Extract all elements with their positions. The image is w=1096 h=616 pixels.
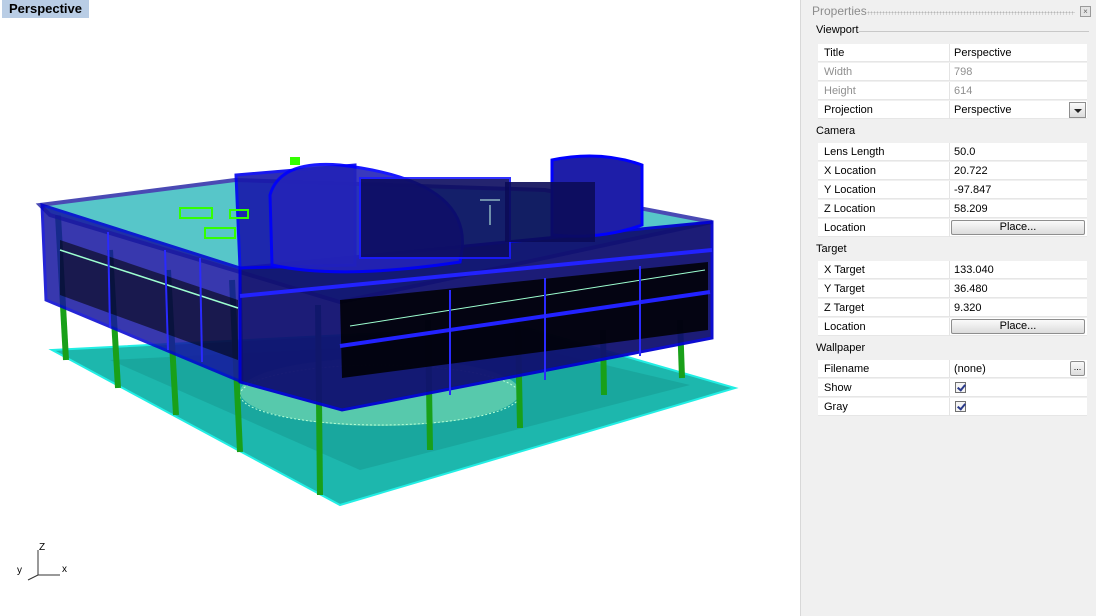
z-target-value[interactable]: 9.320 <box>954 302 982 314</box>
row-z-target: Z Target 9.320 <box>818 299 1087 317</box>
perspective-viewport[interactable]: Perspective Z y x <box>0 0 800 616</box>
x-target-value[interactable]: 133.040 <box>954 264 994 276</box>
row-width: Width 798 <box>818 63 1087 81</box>
filename-value[interactable]: (none) <box>954 363 986 375</box>
lens-length-value[interactable]: 50.0 <box>954 146 975 158</box>
y-axis-label: y <box>17 565 22 576</box>
title-value[interactable]: Perspective <box>954 47 1011 59</box>
building-model[interactable] <box>0 0 800 616</box>
row-projection: Projection Perspective <box>818 101 1087 119</box>
y-target-value[interactable]: 36.480 <box>954 283 988 295</box>
row-title: Title Perspective <box>818 44 1087 62</box>
x-location-value[interactable]: 20.722 <box>954 165 988 177</box>
gray-checkbox[interactable] <box>955 401 966 412</box>
row-gray: Gray <box>818 398 1087 416</box>
row-x-location: X Location 20.722 <box>818 162 1087 180</box>
browse-button[interactable]: ... <box>1070 361 1085 376</box>
grip-handle[interactable] <box>867 11 1075 15</box>
height-value: 614 <box>954 85 973 97</box>
viewport-title[interactable]: Perspective <box>2 0 89 18</box>
section-camera[interactable]: Camera <box>816 125 855 137</box>
show-checkbox[interactable] <box>955 382 966 393</box>
width-value: 798 <box>954 66 973 78</box>
chevron-down-icon[interactable] <box>1069 102 1086 118</box>
row-height: Height 614 <box>818 82 1087 100</box>
section-viewport[interactable]: Viewport <box>816 24 859 36</box>
row-lens-length: Lens Length 50.0 <box>818 143 1087 161</box>
panel-header[interactable]: Properties × <box>801 2 1096 18</box>
projection-select[interactable]: Perspective <box>954 104 1011 116</box>
row-x-target: X Target 133.040 <box>818 261 1087 279</box>
camera-place-button[interactable]: Place... <box>951 220 1085 235</box>
row-show: Show <box>818 379 1087 397</box>
row-target-location: Location Place... <box>818 318 1087 336</box>
row-camera-location: Location Place... <box>818 219 1087 237</box>
row-z-location: Z Location 58.209 <box>818 200 1087 218</box>
row-y-location: Y Location -97.847 <box>818 181 1087 199</box>
z-axis-label: Z <box>39 542 46 553</box>
panel-title: Properties <box>812 4 867 18</box>
z-location-value[interactable]: 58.209 <box>954 203 988 215</box>
row-filename: Filename (none) ... <box>818 360 1087 378</box>
section-wallpaper[interactable]: Wallpaper <box>816 342 865 354</box>
close-icon[interactable]: × <box>1080 6 1091 17</box>
axis-widget: Z y x <box>14 540 84 585</box>
x-axis-label: x <box>62 564 67 575</box>
y-location-value[interactable]: -97.847 <box>954 184 991 196</box>
upper-glass <box>359 177 511 259</box>
row-y-target: Y Target 36.480 <box>818 280 1087 298</box>
target-place-button[interactable]: Place... <box>951 319 1085 334</box>
section-target[interactable]: Target <box>816 243 847 255</box>
